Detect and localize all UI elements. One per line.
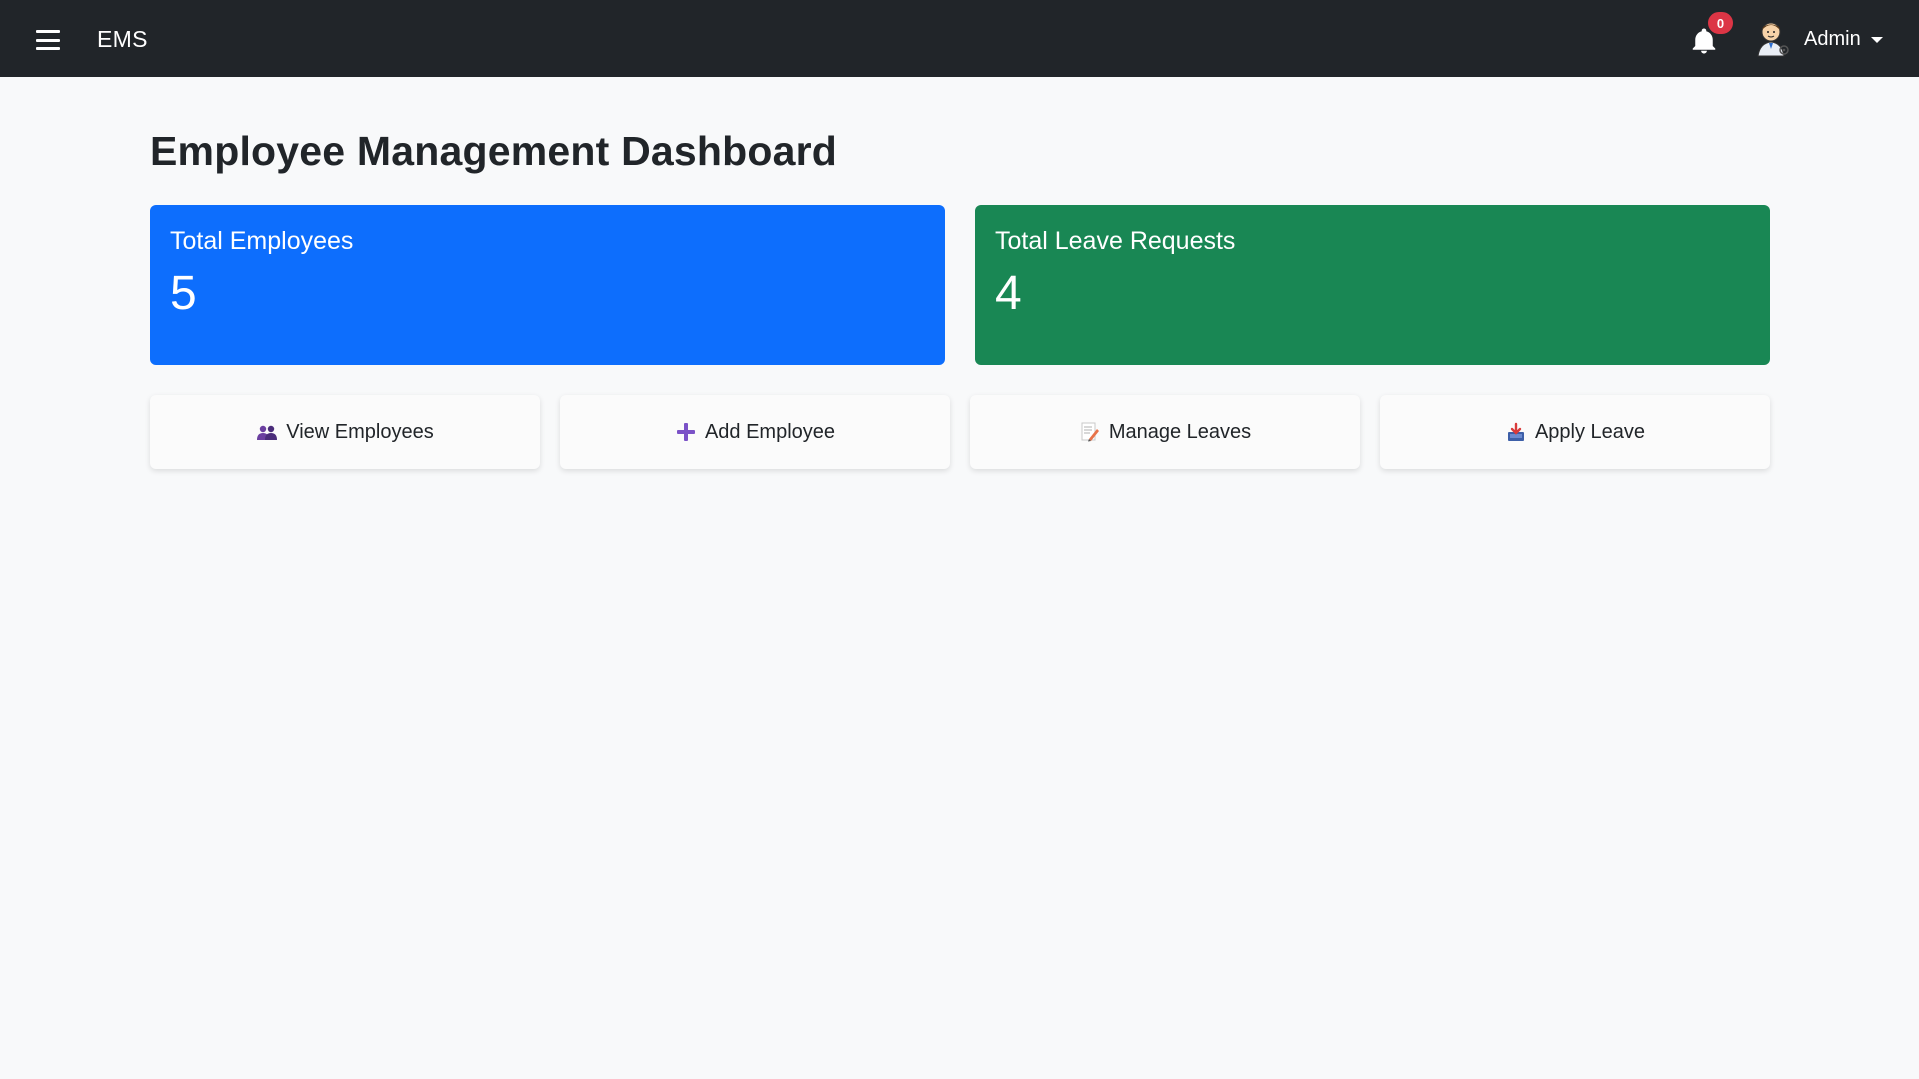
page-title: Employee Management Dashboard — [150, 128, 838, 174]
plus-icon — [675, 421, 697, 443]
total-employees-card: Total Employees 5 — [150, 205, 945, 365]
stat-label: Total Employees — [170, 227, 354, 255]
stat-label: Total Leave Requests — [995, 227, 1236, 255]
button-label: View Employees — [286, 420, 434, 443]
total-leave-requests-card: Total Leave Requests 4 — [975, 205, 1770, 365]
add-employee-button[interactable]: Add Employee — [560, 395, 950, 469]
manage-leaves-button[interactable]: Manage Leaves — [970, 395, 1360, 469]
memo-icon — [1079, 421, 1101, 443]
stat-value: 4 — [995, 267, 1022, 320]
button-label: Apply Leave — [1534, 420, 1646, 443]
caret-down-icon[interactable] — [1871, 37, 1883, 43]
stat-value: 5 — [170, 267, 197, 320]
apply-leave-button[interactable]: Apply Leave — [1380, 395, 1770, 469]
user-menu-label[interactable]: Admin — [1804, 28, 1861, 51]
top-navbar: EMS 0 Admin — [0, 0, 1919, 77]
brand-logo[interactable]: EMS — [97, 26, 148, 53]
hamburger-icon[interactable] — [36, 30, 60, 50]
avatar[interactable] — [1752, 18, 1792, 58]
button-label: Manage Leaves — [1108, 420, 1252, 443]
button-label: Add Employee — [704, 420, 836, 443]
notification-badge: 0 — [1706, 10, 1735, 36]
view-employees-button[interactable]: View Employees — [150, 395, 540, 469]
people-icon — [256, 421, 278, 443]
inbox-icon — [1505, 421, 1527, 443]
